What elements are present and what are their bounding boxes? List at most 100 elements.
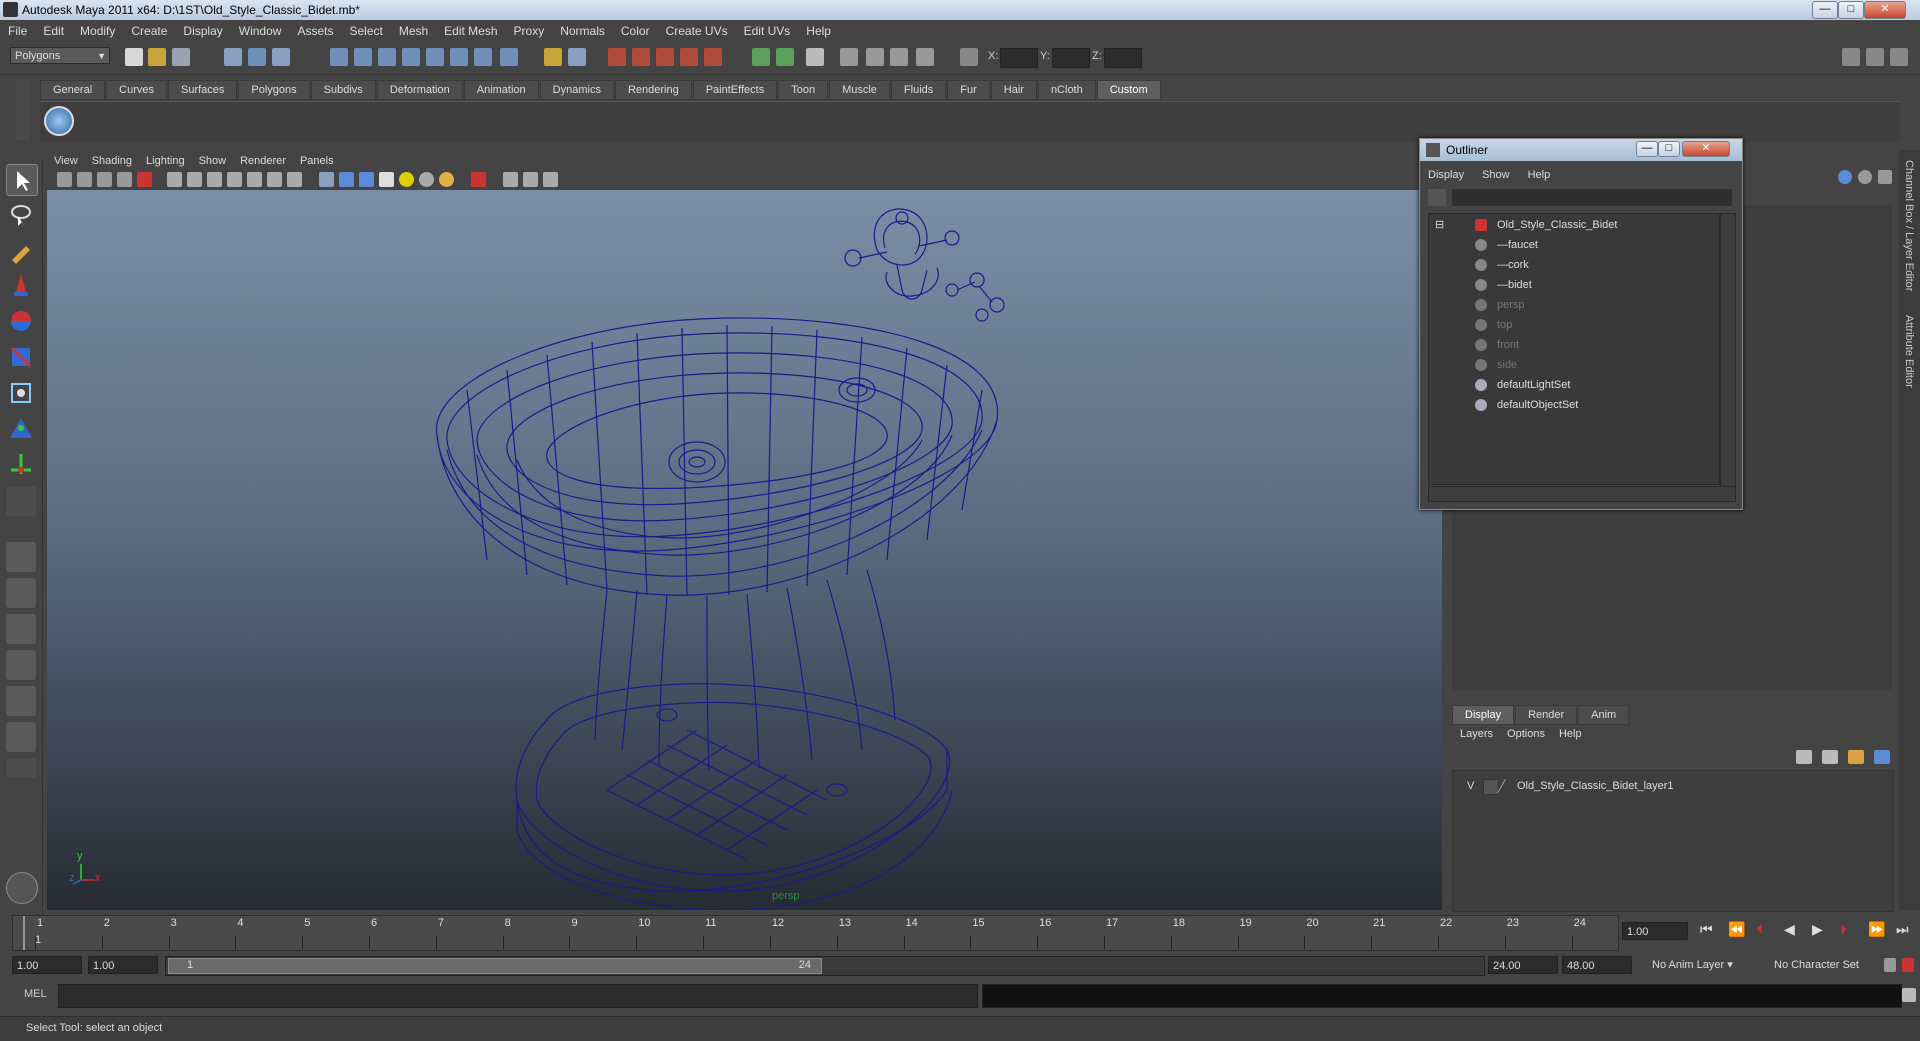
gate-mask-icon[interactable] bbox=[227, 172, 242, 187]
outliner-title-bar[interactable]: Outliner — □ ✕ bbox=[1420, 139, 1742, 161]
play-backwards-icon[interactable]: ◀ bbox=[1784, 921, 1795, 938]
graph-persp-layout-icon[interactable] bbox=[6, 650, 36, 680]
step-back-frame-icon[interactable]: ⏴ bbox=[1756, 921, 1763, 938]
attribute-editor-icon[interactable] bbox=[806, 48, 824, 66]
perspective-viewport[interactable]: y x z persp bbox=[47, 190, 1442, 910]
shelf-tab-animation[interactable]: Animation bbox=[463, 80, 539, 100]
y-field[interactable] bbox=[1052, 48, 1090, 68]
outliner-menu-display[interactable]: Display bbox=[1428, 169, 1464, 181]
grease-pencil-icon[interactable] bbox=[137, 172, 152, 187]
toggle-channel-box-icon[interactable] bbox=[1890, 48, 1908, 66]
resolution-gate-icon[interactable] bbox=[207, 172, 222, 187]
camera-select-icon[interactable] bbox=[57, 172, 72, 187]
viewport-menu-panels[interactable]: Panels bbox=[293, 155, 341, 167]
animation-prefs-icon[interactable] bbox=[1902, 958, 1914, 972]
menu-proxy[interactable]: Proxy bbox=[506, 24, 553, 38]
layer-add-icon[interactable] bbox=[1874, 750, 1890, 764]
film-gate-icon[interactable] bbox=[187, 172, 202, 187]
outliner-item-front[interactable]: front bbox=[1475, 336, 1519, 354]
time-slider[interactable]: 1 1 2 3 4 5 6 7 8 9 10 11 12 13 14 15 16 17 18 19 20 21 22 23 2… bbox=[12, 915, 1619, 951]
step-back-key-icon[interactable]: ⏪ bbox=[1728, 921, 1745, 938]
make-live-icon[interactable] bbox=[426, 48, 444, 66]
render-frame-icon[interactable] bbox=[608, 48, 626, 66]
outliner-item-default-object-set[interactable]: defaultObjectSet bbox=[1475, 396, 1578, 414]
render-settings-icon[interactable] bbox=[656, 48, 674, 66]
safe-title-icon[interactable] bbox=[287, 172, 302, 187]
quick-layout-icon[interactable] bbox=[6, 872, 38, 904]
pin-icon[interactable] bbox=[1878, 170, 1892, 184]
layer-menu-layers[interactable]: Layers bbox=[1460, 728, 1493, 740]
layer-brush-icon[interactable] bbox=[1848, 750, 1864, 764]
universal-manipulator-icon[interactable] bbox=[6, 378, 36, 408]
shelf-tab-deformation[interactable]: Deformation bbox=[376, 80, 463, 100]
layer-visibility-toggle[interactable]: V bbox=[1467, 777, 1474, 795]
z-field[interactable] bbox=[1104, 48, 1142, 68]
outliner-item-top[interactable]: top bbox=[1475, 316, 1512, 334]
select-hierarchy-icon[interactable] bbox=[224, 48, 242, 66]
isolate-select-icon[interactable] bbox=[471, 172, 486, 187]
outliner-collapse-toggle[interactable]: ⊟ bbox=[1435, 216, 1444, 234]
menu-edit-uvs[interactable]: Edit UVs bbox=[736, 24, 799, 38]
outliner-menu-show[interactable]: Show bbox=[1482, 169, 1510, 181]
new-layer-selected-icon[interactable] bbox=[1822, 750, 1838, 764]
paint-icon[interactable] bbox=[840, 48, 858, 66]
viewport-menu-shading[interactable]: Shading bbox=[85, 155, 139, 167]
checkmark-shelf-icon[interactable] bbox=[44, 106, 74, 136]
script-editor-icon[interactable] bbox=[1902, 988, 1916, 1002]
menu-select[interactable]: Select bbox=[341, 24, 390, 38]
lock-icon[interactable] bbox=[544, 48, 562, 66]
outliner-item-old-style-classic-bidet[interactable]: Old_Style_Classic_Bidet bbox=[1475, 216, 1617, 234]
outliner-persp-layout-icon[interactable] bbox=[6, 614, 36, 644]
four-view-layout-icon[interactable] bbox=[6, 578, 36, 608]
layer-editor-icon[interactable] bbox=[1858, 170, 1872, 184]
menu-edit[interactable]: Edit bbox=[35, 24, 72, 38]
maximize-button[interactable]: □ bbox=[1838, 1, 1864, 19]
layer-tab-render[interactable]: Render bbox=[1515, 705, 1578, 725]
command-input[interactable] bbox=[58, 984, 978, 1008]
outliner-close-button[interactable]: ✕ bbox=[1682, 141, 1730, 157]
layer-tab-display[interactable]: Display bbox=[1452, 705, 1515, 725]
soft-mod-tool-icon[interactable] bbox=[6, 414, 36, 444]
image-plane-icon[interactable] bbox=[117, 172, 132, 187]
viewport-menu-show[interactable]: Show bbox=[192, 155, 234, 167]
toggle-tool-settings-icon[interactable] bbox=[1866, 48, 1884, 66]
bookmark-icon[interactable] bbox=[97, 172, 112, 187]
shelf-tab-custom[interactable]: Custom bbox=[1096, 80, 1161, 100]
shelf-tab-rendering[interactable]: Rendering bbox=[614, 80, 692, 100]
menu-set-selector[interactable]: Polygons ▼ bbox=[10, 47, 110, 64]
channel-box-icon[interactable] bbox=[1838, 170, 1852, 184]
outliner-item-faucet[interactable]: —faucet bbox=[1475, 236, 1538, 254]
transform-mode-icon[interactable] bbox=[916, 48, 934, 66]
ipr-render-icon[interactable] bbox=[632, 48, 650, 66]
xray-joints-icon[interactable] bbox=[523, 172, 538, 187]
current-time-field[interactable]: 1.00 bbox=[1622, 922, 1688, 940]
lasso-tool-icon[interactable] bbox=[6, 200, 36, 230]
layer-name[interactable]: Old_Style_Classic_Bidet_layer1 bbox=[1517, 777, 1674, 795]
hypershade-persp-layout-icon[interactable] bbox=[6, 686, 36, 716]
shelf-tab-curves[interactable]: Curves bbox=[106, 80, 167, 100]
snap-grid-icon[interactable] bbox=[330, 48, 348, 66]
single-perspective-layout-icon[interactable] bbox=[6, 542, 36, 572]
default-light-icon[interactable] bbox=[399, 172, 414, 187]
shelf-menu-handle[interactable] bbox=[16, 80, 30, 140]
outliner-horizontal-scrollbar[interactable] bbox=[1428, 486, 1736, 502]
show-hide-icon[interactable] bbox=[752, 48, 770, 66]
go-to-end-icon[interactable]: ⏭ bbox=[1896, 921, 1909, 938]
help-question-icon[interactable] bbox=[500, 48, 518, 66]
menu-window[interactable]: Window bbox=[231, 24, 290, 38]
attribute-editor-side-tab[interactable]: Attribute Editor bbox=[1903, 315, 1915, 388]
snap-point-icon[interactable] bbox=[378, 48, 396, 66]
shelf-tab-subdivs[interactable]: Subdivs bbox=[310, 80, 376, 100]
save-scene-icon[interactable] bbox=[172, 48, 190, 66]
command-language-label[interactable]: MEL bbox=[24, 988, 47, 1000]
show-manipulator-icon[interactable] bbox=[6, 450, 36, 480]
auto-key-icon[interactable] bbox=[1884, 958, 1896, 972]
shelf-tab-painteffects[interactable]: PaintEffects bbox=[692, 80, 778, 100]
shelf-tab-toon[interactable]: Toon bbox=[778, 80, 829, 100]
layer-menu-options[interactable]: Options bbox=[1507, 728, 1545, 740]
rotate-tool-icon[interactable] bbox=[6, 306, 36, 336]
shelf-tab-dynamics[interactable]: Dynamics bbox=[539, 80, 614, 100]
layer-menu-help[interactable]: Help bbox=[1559, 728, 1582, 740]
outliner-menu-help[interactable]: Help bbox=[1528, 169, 1551, 181]
menu-file[interactable]: File bbox=[0, 24, 35, 38]
